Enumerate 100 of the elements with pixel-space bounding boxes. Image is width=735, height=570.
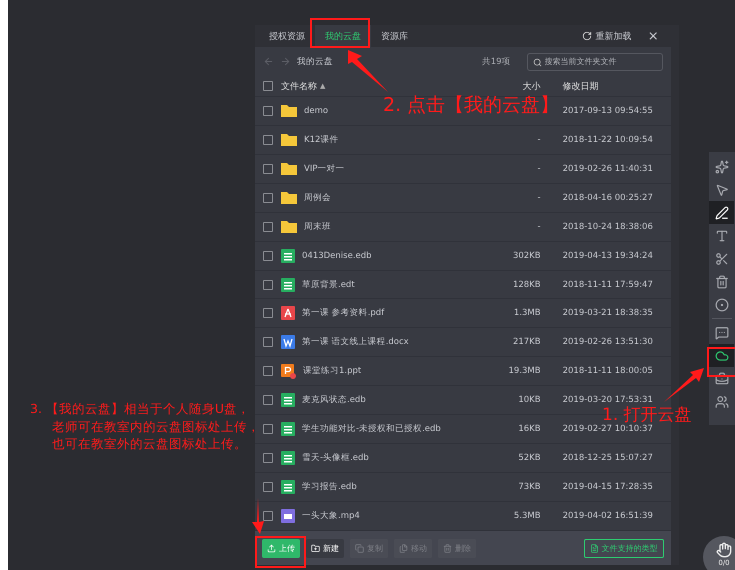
slides-file-icon — [281, 364, 296, 379]
file-size: 302KB — [512, 250, 541, 261]
tool-button[interactable] — [709, 201, 734, 224]
checkbox[interactable] — [263, 250, 273, 261]
modified-date: 2018-04-16 00:25:27 — [562, 192, 654, 203]
checkbox[interactable] — [263, 366, 273, 376]
checkbox[interactable] — [263, 511, 273, 521]
folder-icon — [281, 220, 297, 234]
checkbox[interactable] — [263, 337, 273, 348]
file-name: 学习报告.edb — [302, 481, 358, 494]
checkbox[interactable] — [263, 134, 273, 145]
file-size: 52KB — [517, 453, 541, 464]
modified-date: 2018-10-24 18:38:06 — [562, 222, 654, 232]
chat-icon — [714, 326, 729, 340]
file-name: 第一课 参考资料.pdf — [302, 307, 386, 320]
file-size: 128KB — [512, 280, 541, 290]
file-size: - — [536, 134, 541, 145]
file-name: 课堂练习1.ppt — [303, 365, 362, 378]
checkbox[interactable] — [263, 395, 273, 406]
checkbox[interactable] — [263, 192, 273, 203]
modified-date: 2019-03-21 18:38:35 — [562, 308, 654, 318]
modified-date: 2019-04-15 17:28:35 — [562, 482, 654, 492]
search-field[interactable]: 搜索当前文件夹文件 — [526, 52, 663, 71]
modified-date: 2017-09-13 09:54:55 — [562, 106, 654, 116]
pointer-icon — [714, 182, 729, 196]
modified-date: 2019-03-20 17:53:31 — [562, 395, 654, 406]
pointer-arrow — [348, 50, 388, 92]
file-size: 1.3MB — [512, 308, 541, 318]
breadcrumb: 我的云盘 — [297, 56, 333, 68]
copy-icon — [355, 544, 364, 553]
checkbox[interactable] — [263, 453, 273, 464]
upload-icon — [267, 544, 276, 553]
trash-icon — [714, 274, 729, 288]
checkbox[interactable] — [263, 164, 273, 174]
supported-types-button[interactable]: 文件支持的类型 — [584, 538, 664, 558]
file-name: 周末班 — [304, 220, 332, 233]
folder-icon — [281, 162, 297, 176]
file-name: demo — [304, 106, 330, 116]
modified-date: 2018-11-22 10:09:54 — [562, 134, 654, 145]
modified-date: 2019-04-13 19:34:24 — [562, 250, 654, 261]
modified-date: 2018-11-11 17:59:47 — [562, 280, 654, 290]
file-size: - — [536, 164, 541, 174]
reload-button[interactable]: 重新加载 — [592, 30, 636, 42]
toolbox-icon — [714, 372, 729, 386]
file-icon — [281, 393, 295, 408]
file-name: VIP一对一 — [304, 162, 346, 175]
highlight-frame — [310, 18, 370, 48]
checkbox[interactable] — [263, 482, 273, 492]
document-file-icon — [281, 335, 295, 350]
file-size: - — [536, 192, 541, 203]
checkbox[interactable] — [263, 222, 273, 232]
modified-date: 2019-04-02 16:51:39 — [562, 511, 654, 521]
pointer-arrow — [664, 368, 704, 402]
cloud-icon — [714, 348, 729, 362]
file-size: - — [536, 222, 541, 232]
checkbox[interactable] — [263, 81, 273, 92]
file-icon — [281, 248, 295, 263]
column-header[interactable]: 文件名称 — [281, 80, 317, 93]
folder-icon — [281, 133, 297, 146]
tab[interactable]: 我的云盘 — [315, 25, 371, 47]
checkbox[interactable] — [263, 106, 273, 116]
file-name: 第一课 语文线上课程.docx — [302, 336, 410, 348]
file-name: 周例会 — [304, 192, 332, 204]
scissors-icon — [714, 252, 729, 266]
checkbox[interactable] — [263, 280, 273, 290]
refresh-icon — [582, 31, 592, 41]
new-button[interactable]: 新建 — [306, 538, 344, 558]
column-header: 大小 — [522, 80, 541, 93]
annotation-text: 2. 点击【我的云盘】 — [383, 93, 560, 118]
checkbox[interactable] — [263, 308, 273, 318]
back-icon[interactable] — [263, 56, 274, 68]
file-size: 19.3MB — [508, 366, 541, 376]
file-name: K12课件 — [304, 134, 340, 146]
folder-icon — [281, 191, 297, 204]
highlight-frame — [255, 536, 306, 568]
file-name: 麦克风状态.edb — [302, 394, 367, 406]
users-icon — [714, 394, 729, 408]
folder-icon — [281, 104, 297, 118]
file-size: 5.3MB — [512, 511, 541, 521]
trash-icon — [443, 544, 452, 553]
pen-icon — [714, 206, 729, 220]
checkbox[interactable] — [263, 424, 273, 434]
file-size: 73KB — [517, 482, 541, 492]
file-icon — [281, 422, 295, 436]
tab[interactable]: 授权资源 — [259, 25, 315, 47]
file-size: 10KB — [517, 395, 541, 406]
search-icon — [532, 58, 542, 67]
tool-button[interactable] — [709, 344, 734, 367]
text-tool-icon — [714, 228, 729, 242]
modified-date: 2018-11-11 18:00:05 — [562, 366, 654, 376]
file-icon — [281, 451, 295, 466]
tab[interactable]: 资源库 — [371, 25, 418, 47]
file-size: 16KB — [517, 424, 541, 434]
hand-icon — [716, 542, 732, 558]
forward-icon[interactable] — [280, 56, 291, 68]
close-button[interactable]: × — [644, 28, 663, 44]
column-header: 修改日期 — [562, 80, 600, 93]
video-file-icon — [281, 509, 295, 523]
file-name: 一头大象.mp4 — [302, 510, 361, 522]
modified-date: 2019-02-26 13:51:30 — [562, 337, 654, 348]
